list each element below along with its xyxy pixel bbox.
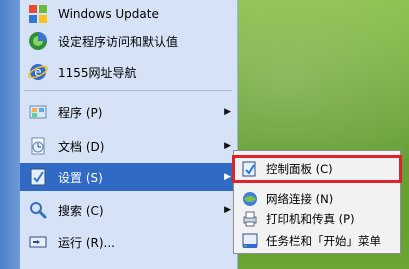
program-defaults-icon [26,29,50,53]
start-menu-item-search[interactable]: 搜索 (C) ▶ [20,196,237,224]
search-icon [26,198,50,222]
submenu-item-control-panel[interactable]: 控制面板 (C) [232,155,402,183]
start-menu-item-windows-update[interactable]: Windows Update [20,0,237,28]
submenu-arrow-icon: ▶ [224,172,231,182]
menu-separator [24,90,232,91]
submenu-item-taskbar-start[interactable]: 任务栏和「开始」菜单 [234,229,400,253]
start-menu-item-programs[interactable]: 程序 (P) ▶ [20,98,237,126]
printer-icon [240,209,260,229]
menu-label: 设定程序访问和默认值 [58,34,179,49]
menu-label: 搜索 (C) [58,203,104,218]
network-icon [240,189,260,209]
internet-explorer-icon: e [26,60,50,84]
control-panel-icon [240,159,260,179]
run-icon [26,230,50,254]
submenu-arrow-icon: ▶ [224,107,231,117]
menu-label: Windows Update [58,7,159,21]
menu-label: 1155网址导航 [58,65,137,80]
submenu-label: 打印机和传真 (P) [266,212,355,226]
start-menu-item-set-program-defaults[interactable]: 设定程序访问和默认值 [20,27,237,55]
start-menu-item-documents[interactable]: 文档 (D) ▶ [20,132,237,160]
start-menu-item-settings[interactable]: 设置 (S) ▶ [20,163,237,191]
programs-folder-icon [26,100,50,124]
menu-label: 文档 (D) [58,139,105,154]
settings-icon [26,165,50,189]
submenu-label: 控制面板 (C) [266,162,333,176]
submenu-label: 任务栏和「开始」菜单 [266,234,381,248]
windows-update-icon [26,2,50,26]
start-menu-item-1155-nav[interactable]: e 1155网址导航 [20,58,237,86]
submenu-item-printers-faxes[interactable]: 打印机和传真 (P) [234,207,400,231]
start-menu-item-run[interactable]: 运行 (R)... [20,228,237,256]
documents-icon [26,134,50,158]
start-menu: Windows Update 设定程序访问和默认值 e 1155网址导航 程序 … [0,0,238,269]
menu-label: 程序 (P) [58,105,103,120]
submenu-arrow-icon: ▶ [224,141,231,151]
start-menu-side-strip [0,0,20,269]
menu-label: 设置 (S) [58,170,103,185]
submenu-label: 网络连接 (N) [266,192,334,206]
taskbar-icon [240,231,260,251]
menu-label: 运行 (R)... [58,235,115,250]
settings-submenu: 控制面板 (C) 网络连接 (N) 打印机和传真 (P) 任务栏和「开始」菜单 [232,150,402,254]
submenu-arrow-icon: ▶ [224,205,231,215]
